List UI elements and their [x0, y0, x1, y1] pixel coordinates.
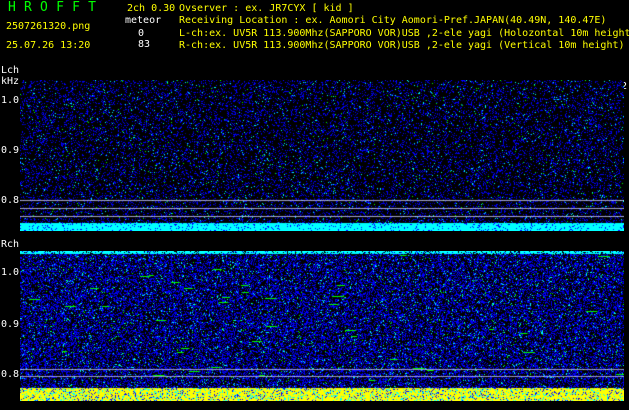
meteor-label: meteor [125, 15, 162, 26]
lch-spectrogram [20, 80, 624, 231]
location-info: Receiving Location : ex. Aomori City Aom… [179, 15, 607, 26]
lch-y-label: 0.9 [1, 145, 20, 156]
rch-spectrogram-canvas [20, 251, 624, 401]
khz-label: kHz [1, 76, 20, 87]
app-title: HROFFT [8, 0, 105, 15]
rch-y-label: 1.0 [1, 267, 20, 278]
rch-spectrogram [20, 251, 624, 401]
lch-y-label: 1.0 [1, 95, 20, 106]
rch-label: Rch [1, 239, 20, 250]
datetime-stamp: 25.07.26 13:20 [6, 40, 91, 51]
lch-spectrogram-canvas [20, 80, 624, 231]
lch-y-label: 0.8 [1, 195, 20, 206]
rch-y-label: 0.8 [1, 369, 20, 380]
lch-meteor-count: 0 [138, 28, 145, 39]
mode-label: 2ch 0.30 [127, 3, 176, 14]
rch-meteor-count: 83 [138, 39, 151, 50]
rch-y-label: 0.9 [1, 319, 20, 330]
lch-label: Lch [1, 65, 20, 76]
rch-info: R-ch:ex. UV5R 113.900Mhz(SAPPORO VOR)USB… [179, 40, 625, 51]
observer-info: Ovserver : ex. JR7CYX [ kid ] [179, 3, 354, 14]
lch-info: L-ch:ex. UV5R 113.900Mhz(SAPPORO VOR)USB… [179, 28, 629, 39]
file-name: 2507261320.png [6, 21, 91, 32]
